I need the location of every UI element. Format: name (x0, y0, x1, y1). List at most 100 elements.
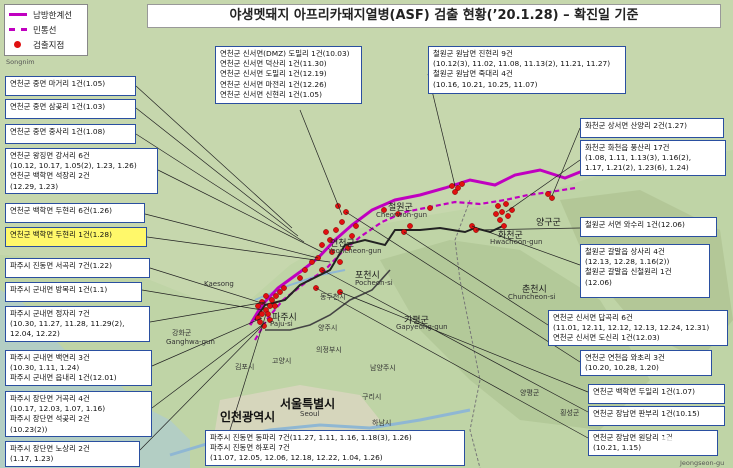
place-label-seoul-en: Seoul (300, 410, 320, 418)
place-label-yangju: 양주시 (318, 324, 338, 332)
info-line: 철원군 원남면 진현리 9건 (433, 49, 513, 58)
info-box-left-11: 파주시 장단면 노상리 2건 (1.17, 1.23) (5, 441, 140, 467)
info-box-right-7: 연천군 장남면 판부리 1건(10.15) (588, 406, 725, 426)
info-line: 철원군 갈말읍 신철원리 1건 (585, 267, 672, 277)
place-label-uijeongbu: 의정부시 (316, 346, 342, 354)
info-box-left-8: 파주시 군내면 정자리 7건 (10.30, 11.27, 11.28, 11.… (5, 306, 150, 342)
legend-label: 남방한계선 (33, 10, 73, 21)
info-line: 연천군 신서면(DMZ) 도밀리 1건(10.03) (220, 49, 350, 58)
legend: 남방한계선 민통선 검출지점 (4, 4, 88, 56)
info-box-left-3: 연천군 왕징면 강서리 6건 (10.12, 10.17, 1.05(2), 1… (5, 148, 158, 194)
info-line: 파주시 진동면 하포리 7건 (210, 443, 290, 453)
info-box-cheorwon: 철원군 원남면 진현리 9건 (10.12(3), 11.02, 11.08, … (428, 46, 626, 94)
dashed-line-icon (9, 28, 27, 31)
info-line: 화천군 화천읍 풍산리 17건 (585, 143, 670, 152)
info-box-left-6: 파주시 진동면 서곡리 7건(1.22) (5, 258, 150, 278)
info-line: 파주시 장단면 석곶리 2건 (10, 414, 90, 424)
place-label-yeoncheon-en: Yeoncheon-gun (328, 247, 382, 255)
place-label-goyang: 고양시 (272, 357, 292, 365)
info-box-left-1: 연천군 중면 삼곶리 1건(1.03) (5, 99, 136, 119)
watermark-logo: TCN (661, 432, 719, 460)
info-line: 철원군 원남면 죽대리 4건 (433, 69, 513, 79)
info-line: (10.12(3), 11.02, 11.08, 11.13(2), 11.21… (433, 59, 611, 69)
info-box-right-6: 연천군 백학면 두일리 1건(1.07) (588, 384, 725, 404)
info-line: (12.06) (585, 277, 612, 287)
info-box-right-0: 화천군 상서면 산양리 2건(1.27) (580, 118, 724, 138)
info-line: 파주시 군내면 정자리 7건 (10, 309, 90, 318)
info-line: 연천군 백학면 두현리 1건(1.28) (10, 230, 112, 239)
info-line: 파주시 진동면 동파리 7건(11.27, 1.11, 1.16, 1.18(3… (210, 433, 412, 442)
info-line: 연천군 신서면 도신리 1건(12.03) (553, 333, 660, 343)
info-line: 1.17, 1.21(2), 1.23(6), 1.24) (585, 163, 689, 173)
info-line: 파주시 군내면 백연리 3건 (10, 353, 90, 362)
info-box-bottom: 파주시 진동면 동파리 7건(11.27, 1.11, 1.16, 1.18(3… (205, 430, 465, 466)
info-line: 연천군 신서면 덕산리 1건(11.30) (220, 59, 327, 69)
info-box-left-2: 연천군 중면 중사리 1건(1.08) (5, 124, 136, 144)
info-line: 연천군 연천읍 와초리 3건 (585, 353, 665, 362)
info-line: 연천군 신서면 도밀리 1건(12.19) (220, 69, 327, 79)
info-line: 연천군 중면 마거리 1건(1.05) (10, 79, 106, 88)
place-label-hwacheon-en: Hwacheon-gun (490, 238, 543, 246)
legend-item-civilian-line: 민통선 (9, 22, 83, 37)
info-line: 연천군 신서면 마전리 1건(12.26) (220, 79, 327, 89)
info-line: (10.16, 10.21, 10.25, 11.07) (433, 79, 538, 89)
info-box-left-5-highlight: 연천군 백학면 두현리 1건(1.28) (5, 227, 147, 247)
place-label-hanam: 하남시 (372, 419, 392, 427)
info-line: 철원군 갈말읍 상사리 4건 (585, 247, 665, 256)
info-box-right-4: 연천군 신서면 답곡리 6건 (11.01, 12.11, 12.12, 12.… (548, 310, 728, 346)
info-line: 연천군 장남면 판부리 1건(10.15) (593, 409, 700, 418)
place-label-chuncheon-en: Chuncheon-si (508, 293, 556, 301)
info-box-left-10: 파주시 장단면 거곡리 4건 (10.17, 12.03, 1.07, 1.16… (5, 391, 152, 437)
info-line: 연천군 중면 중사리 1건(1.08) (10, 127, 106, 136)
info-line: 연천군 백학면 석장리 2건 (10, 171, 90, 181)
info-line: 연천군 백학면 두현리 6건(1.26) (10, 206, 112, 215)
info-box-right-1: 화천군 화천읍 풍산리 17건 (1.08, 1.11, 1.13(3), 1.… (580, 140, 726, 176)
place-label-paju-en: Paju-si (270, 320, 293, 328)
info-line: 연천군 신서면 신현리 1건(1.05) (220, 89, 322, 99)
place-label-songnim: Songnim (6, 58, 35, 66)
place-label-yanggu: 양구군 (536, 218, 561, 228)
place-label-namyangju: 남양주시 (370, 364, 396, 372)
info-line: 화천군 상서면 산양리 2건(1.27) (585, 121, 687, 130)
info-line: 연천군 왕징면 강서리 6건 (10, 151, 90, 160)
info-box-right-3: 철원군 갈말읍 상사리 4건 (12.13, 12.28, 1.16(2)) 철… (580, 244, 710, 298)
info-line: 연천군 백학면 두일리 1건(1.07) (593, 387, 695, 396)
info-line: 파주시 진동면 서곡리 7건(1.22) (10, 261, 112, 270)
legend-label: 검출지점 (33, 40, 65, 51)
info-line: 연천군 중면 삼곶리 1건(1.03) (10, 102, 106, 111)
info-line: (1.08, 1.11, 1.13(3), 1.16(2), (585, 153, 692, 163)
place-label-gimpo: 김포시 (235, 363, 255, 371)
info-box-right-5: 연천군 연천읍 와초리 3건 (10.20, 10.28, 1.20) (580, 350, 712, 376)
place-label-jeongseon: Jeongseon-gu (680, 459, 725, 467)
place-label-pocheon-en: Pocheon-si (355, 279, 393, 287)
info-box-left-7: 파주시 군내면 방목리 1건(1.1) (5, 282, 142, 302)
red-dot-icon (14, 41, 21, 48)
info-line: (10.12, 10.17, 1.05(2), 1.23, 1.26) (10, 161, 137, 171)
info-line: 12.04, 12.22) (10, 329, 60, 339)
info-line: (1.17, 1.23) (10, 454, 54, 464)
info-line: 파주시 군내면 읍내리 1건(12.01) (10, 373, 117, 383)
map-title: 야생멧돼지 아프리카돼지열병(ASF) 검출 현황(’20.1.28) – 확진… (147, 4, 721, 28)
info-line: 연천군 신서면 답곡리 6건 (553, 313, 633, 322)
place-label-yangpyeong: 양평군 (520, 389, 540, 397)
place-label-dongducheon: 동두천시 (320, 293, 346, 301)
place-label-cheorwon-en: Cheorwon-gun (376, 211, 428, 219)
info-line: (10.23(2)) (10, 424, 48, 434)
legend-item-detection: 검출지점 (9, 37, 83, 52)
info-line: 파주시 장단면 거곡리 4건 (10, 394, 90, 403)
info-line: (11.01, 12.11, 12.12, 12.13, 12.24, 12.3… (553, 323, 710, 333)
info-line: (12.13, 12.28, 1.16(2)) (585, 257, 670, 267)
place-label-kaesong: Kaesong (204, 280, 234, 288)
legend-label: 민통선 (33, 25, 57, 36)
place-label-ganghwa: 강화군 (172, 329, 192, 337)
info-box-left-0: 연천군 중면 마거리 1건(1.05) (5, 76, 136, 96)
place-label-gapyeong-en: Gapyeong-gun (396, 323, 448, 331)
info-box-top: 연천군 신서면(DMZ) 도밀리 1건(10.03) 연천군 신서면 덕산리 1… (215, 46, 362, 104)
place-label-incheon: 인천광역시 (220, 410, 276, 424)
info-box-left-4: 연천군 백학면 두현리 6건(1.26) (5, 203, 145, 223)
place-label-guri: 구리시 (362, 393, 382, 401)
solid-line-icon (9, 13, 27, 16)
info-line: 파주시 장단면 노상리 2건 (10, 444, 90, 453)
place-label-hoengseong: 횡성군 (560, 409, 580, 417)
info-line: (10.30, 11.27, 11.28, 11.29(2), (10, 319, 125, 329)
